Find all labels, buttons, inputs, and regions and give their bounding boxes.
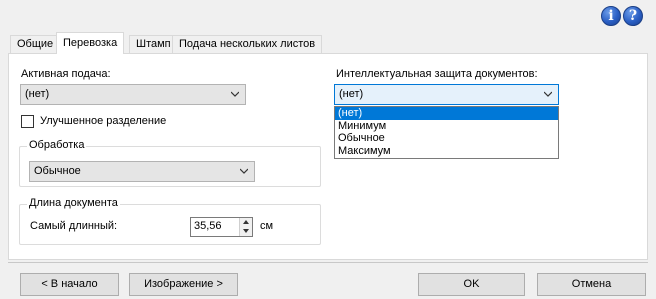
feed-label: Активная подача:: [21, 68, 111, 80]
protection-option[interactable]: Максимум: [335, 145, 558, 158]
length-spinbox[interactable]: 35,56: [190, 217, 253, 237]
protection-label: Интеллектуальная защита документов:: [336, 68, 538, 80]
protection-select[interactable]: (нет): [334, 84, 559, 105]
chevron-down-icon: [240, 168, 248, 174]
separation-checkbox[interactable]: [21, 115, 34, 128]
feed-select[interactable]: (нет): [20, 84, 246, 105]
protection-option[interactable]: Обычное: [335, 132, 558, 145]
info-icon[interactable]: i: [601, 6, 621, 26]
protection-dropdown-list: (нет) Минимум Обычное Максимум: [334, 106, 559, 159]
chevron-down-icon: [231, 91, 239, 97]
back-button[interactable]: < В начало: [20, 273, 119, 296]
protection-option[interactable]: Минимум: [335, 120, 558, 133]
separation-label: Улучшенное разделение: [40, 115, 167, 127]
chevron-down-icon: [544, 91, 552, 97]
longest-label: Самый длинный:: [30, 220, 118, 232]
spin-down-button[interactable]: [240, 227, 252, 236]
ok-button[interactable]: OK: [418, 273, 525, 296]
image-button[interactable]: Изображение >: [129, 273, 238, 296]
processing-value: Обычное: [34, 165, 81, 177]
length-unit: см: [260, 220, 274, 232]
tab-transport[interactable]: Перевозка: [56, 32, 125, 54]
processing-select[interactable]: Обычное: [29, 161, 255, 182]
tab-multifeed[interactable]: Подача нескольких листов: [172, 35, 323, 53]
caret-up-icon: [243, 220, 249, 224]
doc-length-title: Длина документа: [27, 197, 120, 209]
length-value: 35,56: [194, 220, 222, 232]
protection-option[interactable]: (нет): [335, 107, 558, 120]
spin-up-button[interactable]: [240, 218, 252, 227]
feed-value: (нет): [25, 88, 50, 100]
divider: [8, 262, 648, 263]
tab-stamp[interactable]: Штамп: [129, 35, 178, 53]
protection-value: (нет): [339, 88, 364, 100]
processing-title: Обработка: [27, 139, 87, 151]
cancel-button[interactable]: Отмена: [537, 273, 646, 296]
help-icon[interactable]: ?: [623, 6, 643, 26]
tab-general[interactable]: Общие: [10, 35, 61, 53]
caret-down-icon: [243, 229, 249, 233]
